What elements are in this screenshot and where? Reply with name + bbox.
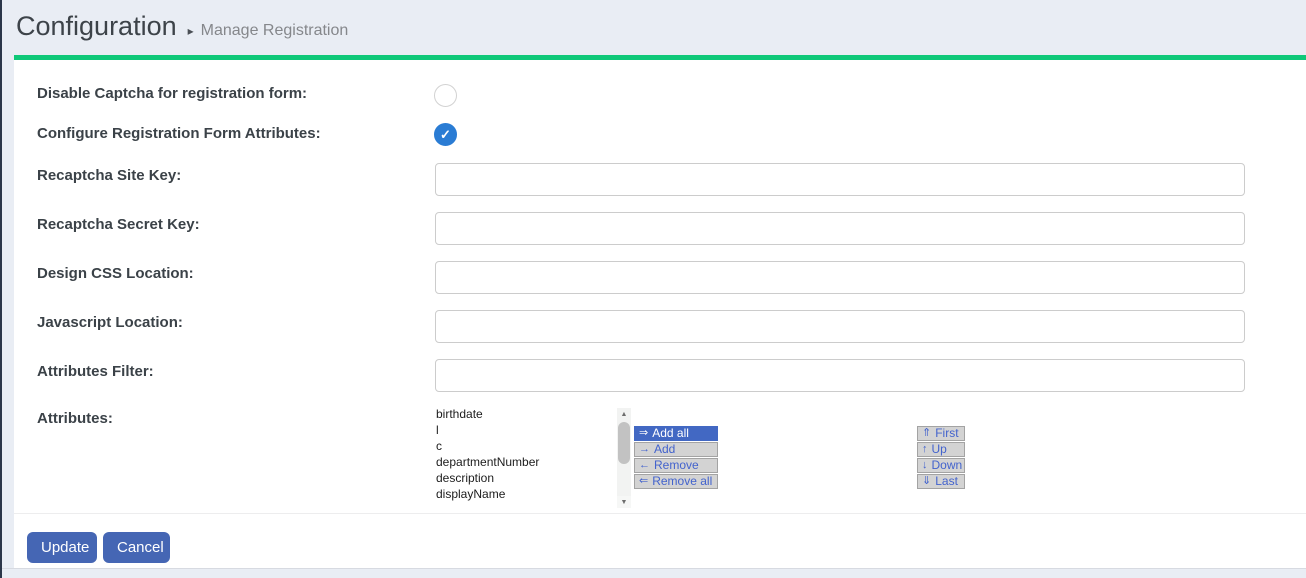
attributes-filter-label: Attributes Filter: bbox=[37, 364, 154, 379]
add-label: Add bbox=[654, 443, 675, 456]
up-button[interactable]: ↑ Up bbox=[917, 442, 965, 457]
attributes-list-scrollbar[interactable]: ▲ ▼ bbox=[617, 408, 631, 508]
up-label: Up bbox=[932, 443, 947, 456]
form-actions-divider bbox=[14, 513, 1306, 514]
recaptcha-secret-key-input[interactable] bbox=[435, 212, 1245, 245]
last-button[interactable]: ⇓ Last bbox=[917, 474, 965, 489]
scroll-up-icon[interactable]: ▲ bbox=[617, 408, 631, 420]
attribute-option[interactable]: displayName bbox=[436, 486, 614, 502]
first-label: First bbox=[935, 427, 958, 440]
attribute-option[interactable]: c bbox=[436, 438, 614, 454]
breadcrumb: Manage Registration bbox=[201, 22, 349, 40]
page-header: Configuration ▸ Manage Registration bbox=[16, 11, 348, 42]
breadcrumb-arrow-icon: ▸ bbox=[188, 24, 194, 38]
configure-attributes-label: Configure Registration Form Attributes: bbox=[37, 126, 321, 141]
down-button[interactable]: ↓ Down bbox=[917, 458, 965, 473]
disable-captcha-checkbox[interactable]: ✓ bbox=[434, 84, 457, 107]
remove-all-arrow-icon: ⇐ bbox=[639, 476, 648, 487]
javascript-location-label: Javascript Location: bbox=[37, 315, 183, 330]
remove-label: Remove bbox=[654, 459, 699, 472]
attributes-list[interactable]: birthdate l c departmentNumber descripti… bbox=[436, 406, 614, 568]
order-button-group: ⇑ First ↑ Up ↓ Down ⇓ Last bbox=[917, 426, 965, 490]
add-all-arrow-icon: ⇒ bbox=[639, 428, 648, 439]
manage-registration-page: Configuration ▸ Manage Registration Disa… bbox=[0, 0, 1306, 578]
check-icon: ✓ bbox=[440, 128, 451, 141]
last-label: Last bbox=[935, 475, 958, 488]
attribute-option[interactable]: birthdate bbox=[436, 406, 614, 422]
add-button[interactable]: → Add bbox=[634, 442, 718, 457]
attribute-option[interactable]: l bbox=[436, 422, 614, 438]
remove-all-label: Remove all bbox=[652, 475, 712, 488]
design-css-location-label: Design CSS Location: bbox=[37, 266, 194, 281]
recaptcha-secret-key-label: Recaptcha Secret Key: bbox=[37, 217, 200, 232]
remove-arrow-icon: ← bbox=[639, 460, 650, 471]
first-button[interactable]: ⇑ First bbox=[917, 426, 965, 441]
last-arrow-icon: ⇓ bbox=[922, 476, 931, 487]
recaptcha-site-key-label: Recaptcha Site Key: bbox=[37, 168, 181, 183]
attribute-option[interactable]: description bbox=[436, 470, 614, 486]
scrollbar-thumb[interactable] bbox=[618, 422, 630, 464]
down-label: Down bbox=[932, 459, 963, 472]
down-arrow-icon: ↓ bbox=[922, 460, 928, 471]
update-button[interactable]: Update bbox=[27, 532, 97, 563]
scroll-down-icon[interactable]: ▼ bbox=[617, 496, 631, 508]
attributes-label: Attributes: bbox=[37, 411, 113, 426]
recaptcha-site-key-input[interactable] bbox=[435, 163, 1245, 196]
add-all-label: Add all bbox=[652, 427, 689, 440]
page-title: Configuration bbox=[16, 11, 177, 42]
add-arrow-icon: → bbox=[639, 444, 650, 455]
remove-button[interactable]: ← Remove bbox=[634, 458, 718, 473]
up-arrow-icon: ↑ bbox=[922, 444, 928, 455]
javascript-location-input[interactable] bbox=[435, 310, 1245, 343]
configuration-card: Disable Captcha for registration form: ✓… bbox=[14, 55, 1306, 568]
configure-attributes-checkbox[interactable]: ✓ bbox=[434, 123, 457, 146]
add-all-button[interactable]: ⇒ Add all bbox=[634, 426, 718, 441]
left-edge-stripe bbox=[0, 0, 2, 578]
cancel-button[interactable]: Cancel bbox=[103, 532, 170, 563]
attribute-option[interactable]: departmentNumber bbox=[436, 454, 614, 470]
design-css-location-input[interactable] bbox=[435, 261, 1245, 294]
disable-captcha-label: Disable Captcha for registration form: bbox=[37, 86, 307, 101]
remove-all-button[interactable]: ⇐ Remove all bbox=[634, 474, 718, 489]
first-arrow-icon: ⇑ bbox=[922, 428, 931, 439]
attributes-filter-input[interactable] bbox=[435, 359, 1245, 392]
transfer-button-group: ⇒ Add all → Add ← Remove ⇐ Remove all bbox=[634, 426, 718, 490]
footer-band bbox=[0, 568, 1306, 578]
